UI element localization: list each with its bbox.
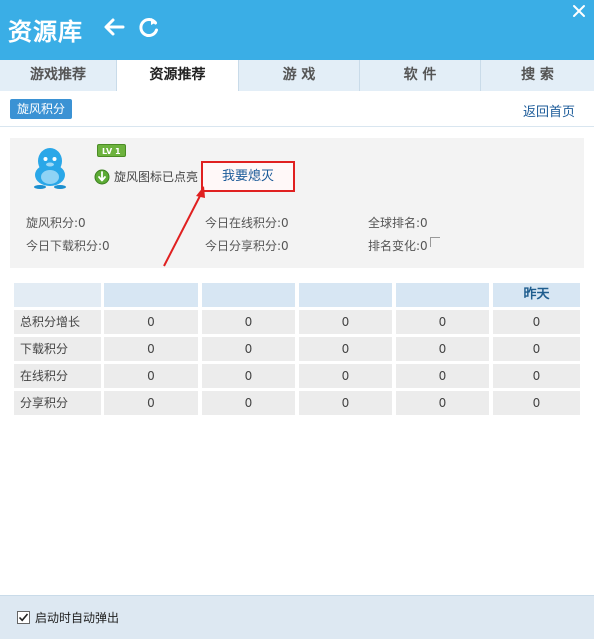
table-header-cell: [299, 283, 392, 307]
rank-change-icon: [429, 237, 440, 247]
table-header-yesterday: 昨天: [493, 283, 580, 307]
table-header-cell: [396, 283, 489, 307]
tab-games[interactable]: 游 戏: [239, 60, 360, 91]
sub-toolbar: 旋风积分 返回首页: [0, 91, 594, 127]
extinguish-link[interactable]: 我要熄灭: [201, 161, 295, 192]
stat-today-online: 今日在线积分:0: [205, 216, 289, 230]
stat-rank-change: 排名变化:0: [368, 239, 428, 253]
app-title: 资源库: [8, 18, 83, 46]
table-cell: 0: [299, 310, 392, 334]
home-link[interactable]: 返回首页: [523, 101, 575, 120]
penguin-icon: [34, 148, 66, 189]
table-row-label: 下载积分: [14, 337, 101, 361]
stat-rank-change-wrap: 排名变化:0: [368, 237, 440, 254]
back-button[interactable]: [101, 14, 127, 40]
checkmark-icon: [18, 613, 29, 622]
refresh-button[interactable]: [136, 14, 162, 40]
close-button[interactable]: [570, 2, 588, 20]
table-header-cell: [202, 283, 295, 307]
table-row-label: 总积分增长: [14, 310, 101, 334]
table-cell: 0: [202, 310, 295, 334]
back-arrow-icon: [104, 18, 125, 36]
table-cell: 0: [202, 337, 295, 361]
table-cell: 0: [493, 391, 580, 415]
refresh-icon: [139, 18, 158, 37]
autostart-label[interactable]: 启动时自动弹出: [35, 609, 119, 626]
autostart-checkbox[interactable]: [17, 611, 30, 624]
table-cell: 0: [202, 391, 295, 415]
tab-bar: 游戏推荐 资源推荐 游 戏 软 件 搜 索: [0, 60, 594, 92]
table-cell: 0: [493, 310, 580, 334]
table-cell: 0: [396, 337, 489, 361]
table-cell: 0: [299, 391, 392, 415]
table-row-label: 在线积分: [14, 364, 101, 388]
table-cell: 0: [493, 364, 580, 388]
table-header-cell: [14, 283, 101, 307]
tab-game-recommend[interactable]: 游戏推荐: [0, 60, 117, 91]
whirlwind-icon: [94, 169, 110, 185]
stat-global-rank: 全球排名:0: [368, 216, 428, 230]
footer-bar: 启动时自动弹出: [0, 595, 594, 639]
table-cell: 0: [396, 310, 489, 334]
profile-panel: LV 1 旋风图标已点亮 我要熄灭 旋风积分:0 今日在线积分:0 全球排名:0…: [10, 138, 584, 268]
title-bar: 资源库: [0, 0, 594, 60]
annotation-arrow-icon: [163, 186, 205, 267]
table-row-label: 分享积分: [14, 391, 101, 415]
table-cell: 0: [396, 391, 489, 415]
tab-software[interactable]: 软 件: [360, 60, 481, 91]
stat-today-download: 今日下载积分:0: [26, 239, 110, 253]
table-cell: 0: [104, 364, 198, 388]
table-cell: 0: [396, 364, 489, 388]
table-header-cell: [104, 283, 198, 307]
close-icon: [573, 5, 585, 17]
table-cell: 0: [104, 337, 198, 361]
level-badge: LV 1: [97, 144, 126, 157]
table-cell: 0: [299, 337, 392, 361]
points-chip[interactable]: 旋风积分: [10, 99, 73, 119]
table-cell: 0: [104, 310, 198, 334]
table-cell: 0: [299, 364, 392, 388]
avatar: [26, 142, 74, 190]
table-cell: 0: [493, 337, 580, 361]
tab-resource-recommend[interactable]: 资源推荐: [117, 60, 239, 92]
stat-points: 旋风积分:0: [26, 216, 86, 230]
table-cell: 0: [202, 364, 295, 388]
tab-search[interactable]: 搜 索: [481, 60, 594, 91]
table-cell: 0: [104, 391, 198, 415]
stat-today-share: 今日分享积分:0: [205, 239, 289, 253]
